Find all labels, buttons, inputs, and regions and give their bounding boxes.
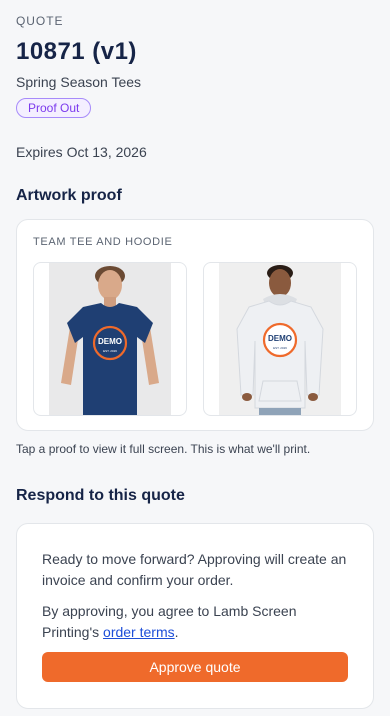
proof-tile-hoodie[interactable]: DEMO EST. 2026 bbox=[203, 262, 357, 416]
tee-proof-image: DEMO EST. 2026 bbox=[49, 263, 171, 415]
terms-text: By approving, you agree to Lamb Screen P… bbox=[42, 601, 348, 643]
proof-hint: Tap a proof to view it full screen. This… bbox=[16, 442, 311, 456]
proof-row: DEMO EST. 2026 DEMO EST. 2026 bbox=[33, 262, 357, 416]
svg-text:EST. 2026: EST. 2026 bbox=[103, 349, 117, 353]
order-terms-link[interactable]: order terms bbox=[103, 624, 175, 640]
quote-page: QUOTE 10871 (v1) Spring Season Tees Proo… bbox=[0, 0, 390, 709]
proof-tile-tee[interactable]: DEMO EST. 2026 bbox=[33, 262, 187, 416]
svg-text:DEMO: DEMO bbox=[98, 337, 122, 346]
artwork-card: TEAM TEE AND HOODIE DEMO EST. 2026 DEMO … bbox=[16, 219, 374, 431]
expiry-date: Expires Oct 13, 2026 bbox=[16, 144, 147, 160]
approve-quote-button[interactable]: Approve quote bbox=[42, 652, 348, 682]
respond-card: Ready to move forward? Approving will cr… bbox=[16, 523, 374, 709]
quote-subtitle: Spring Season Tees bbox=[16, 74, 142, 90]
artwork-section-title: Artwork proof bbox=[16, 187, 122, 204]
status-badge: Proof Out bbox=[16, 98, 92, 118]
respond-section-title: Respond to this quote bbox=[16, 487, 185, 504]
svg-text:EST. 2026: EST. 2026 bbox=[273, 346, 287, 350]
hoodie-proof-image: DEMO EST. 2026 bbox=[219, 263, 341, 415]
svg-text:DEMO: DEMO bbox=[268, 334, 292, 343]
approve-intro-text: Ready to move forward? Approving will cr… bbox=[42, 551, 347, 588]
terms-suffix: . bbox=[174, 624, 179, 640]
artwork-card-title: TEAM TEE AND HOODIE bbox=[33, 236, 173, 248]
quote-eyebrow: QUOTE bbox=[16, 14, 64, 28]
quote-number: 10871 (v1) bbox=[16, 38, 137, 65]
